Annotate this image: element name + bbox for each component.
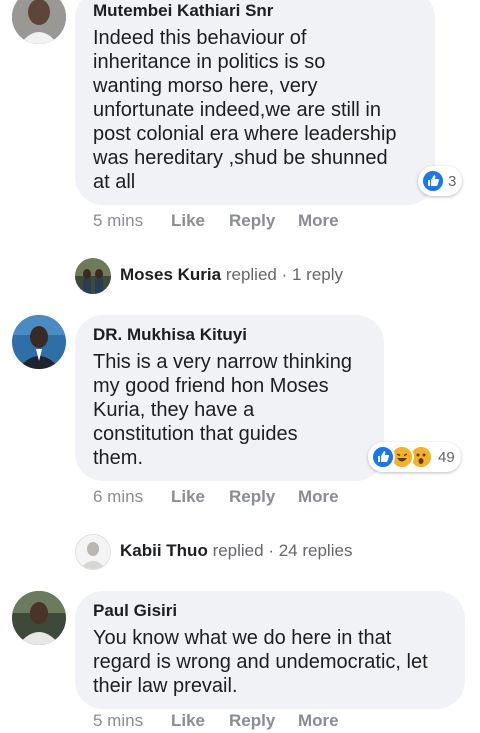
- avatar[interactable]: [12, 0, 66, 44]
- reply-button[interactable]: Reply: [229, 211, 275, 231]
- like-icon: [421, 169, 445, 193]
- profile-photo: [75, 258, 111, 294]
- comment-actions: 6 mins Like Reply More: [93, 487, 393, 509]
- like-button[interactable]: Like: [171, 487, 205, 507]
- comment-bubble[interactable]: Mutembei Kathiari Snr Indeed this behavi…: [75, 0, 435, 205]
- more-button[interactable]: More: [298, 487, 339, 507]
- like-button[interactable]: Like: [171, 711, 205, 731]
- reply-author: Moses Kuria: [120, 265, 222, 284]
- avatar[interactable]: [12, 591, 66, 645]
- profile-photo: [12, 591, 66, 645]
- reply-verb: replied: [212, 541, 264, 560]
- like-button[interactable]: Like: [171, 211, 205, 231]
- reply-count: · 1 reply: [281, 265, 344, 284]
- view-replies-link[interactable]: Moses Kuria replied · 1 reply: [120, 265, 343, 285]
- reply-button[interactable]: Reply: [229, 711, 275, 731]
- reaction-summary[interactable]: 3: [418, 166, 463, 196]
- comment-bubble[interactable]: Paul Gisiri You know what we do here in …: [75, 591, 465, 709]
- profile-photo: [12, 0, 66, 44]
- comment-actions: 5 mins Like Reply More: [93, 711, 393, 733]
- comment-text: You know what we do here in that regard …: [93, 627, 428, 697]
- comment-time[interactable]: 5 mins: [93, 711, 143, 731]
- reply-author: Kabii Thuo: [120, 541, 208, 560]
- comment-author[interactable]: DR. Mukhisa Kituyi: [93, 324, 366, 346]
- reply-button[interactable]: Reply: [229, 487, 275, 507]
- avatar[interactable]: [12, 315, 66, 369]
- comment-text: Indeed this behaviour of inheritance in …: [93, 27, 397, 193]
- reply-verb: replied: [225, 265, 277, 284]
- comment-author[interactable]: Mutembei Kathiari Snr: [93, 0, 417, 22]
- comment-time[interactable]: 6 mins: [93, 487, 143, 507]
- profile-photo: [12, 315, 66, 369]
- comment-text: This is a very narrow thinking my good f…: [93, 351, 352, 469]
- reply-avatar[interactable]: [75, 258, 111, 294]
- comment-author[interactable]: Paul Gisiri: [93, 600, 447, 622]
- profile-photo: [76, 535, 110, 569]
- reaction-count: 3: [448, 172, 457, 190]
- more-button[interactable]: More: [298, 211, 339, 231]
- comment-actions: 5 mins Like Reply More: [93, 211, 393, 233]
- more-button[interactable]: More: [298, 711, 339, 731]
- reply-avatar[interactable]: [75, 534, 111, 570]
- comment-time[interactable]: 5 mins: [93, 211, 143, 231]
- reaction-summary[interactable]: 49: [368, 442, 461, 472]
- like-icon: [371, 445, 395, 469]
- comment-bubble[interactable]: DR. Mukhisa Kituyi This is a very narrow…: [75, 315, 384, 481]
- reply-count: · 24 replies: [268, 541, 353, 560]
- reaction-count: 49: [438, 448, 455, 466]
- view-replies-link[interactable]: Kabii Thuo replied · 24 replies: [120, 541, 352, 561]
